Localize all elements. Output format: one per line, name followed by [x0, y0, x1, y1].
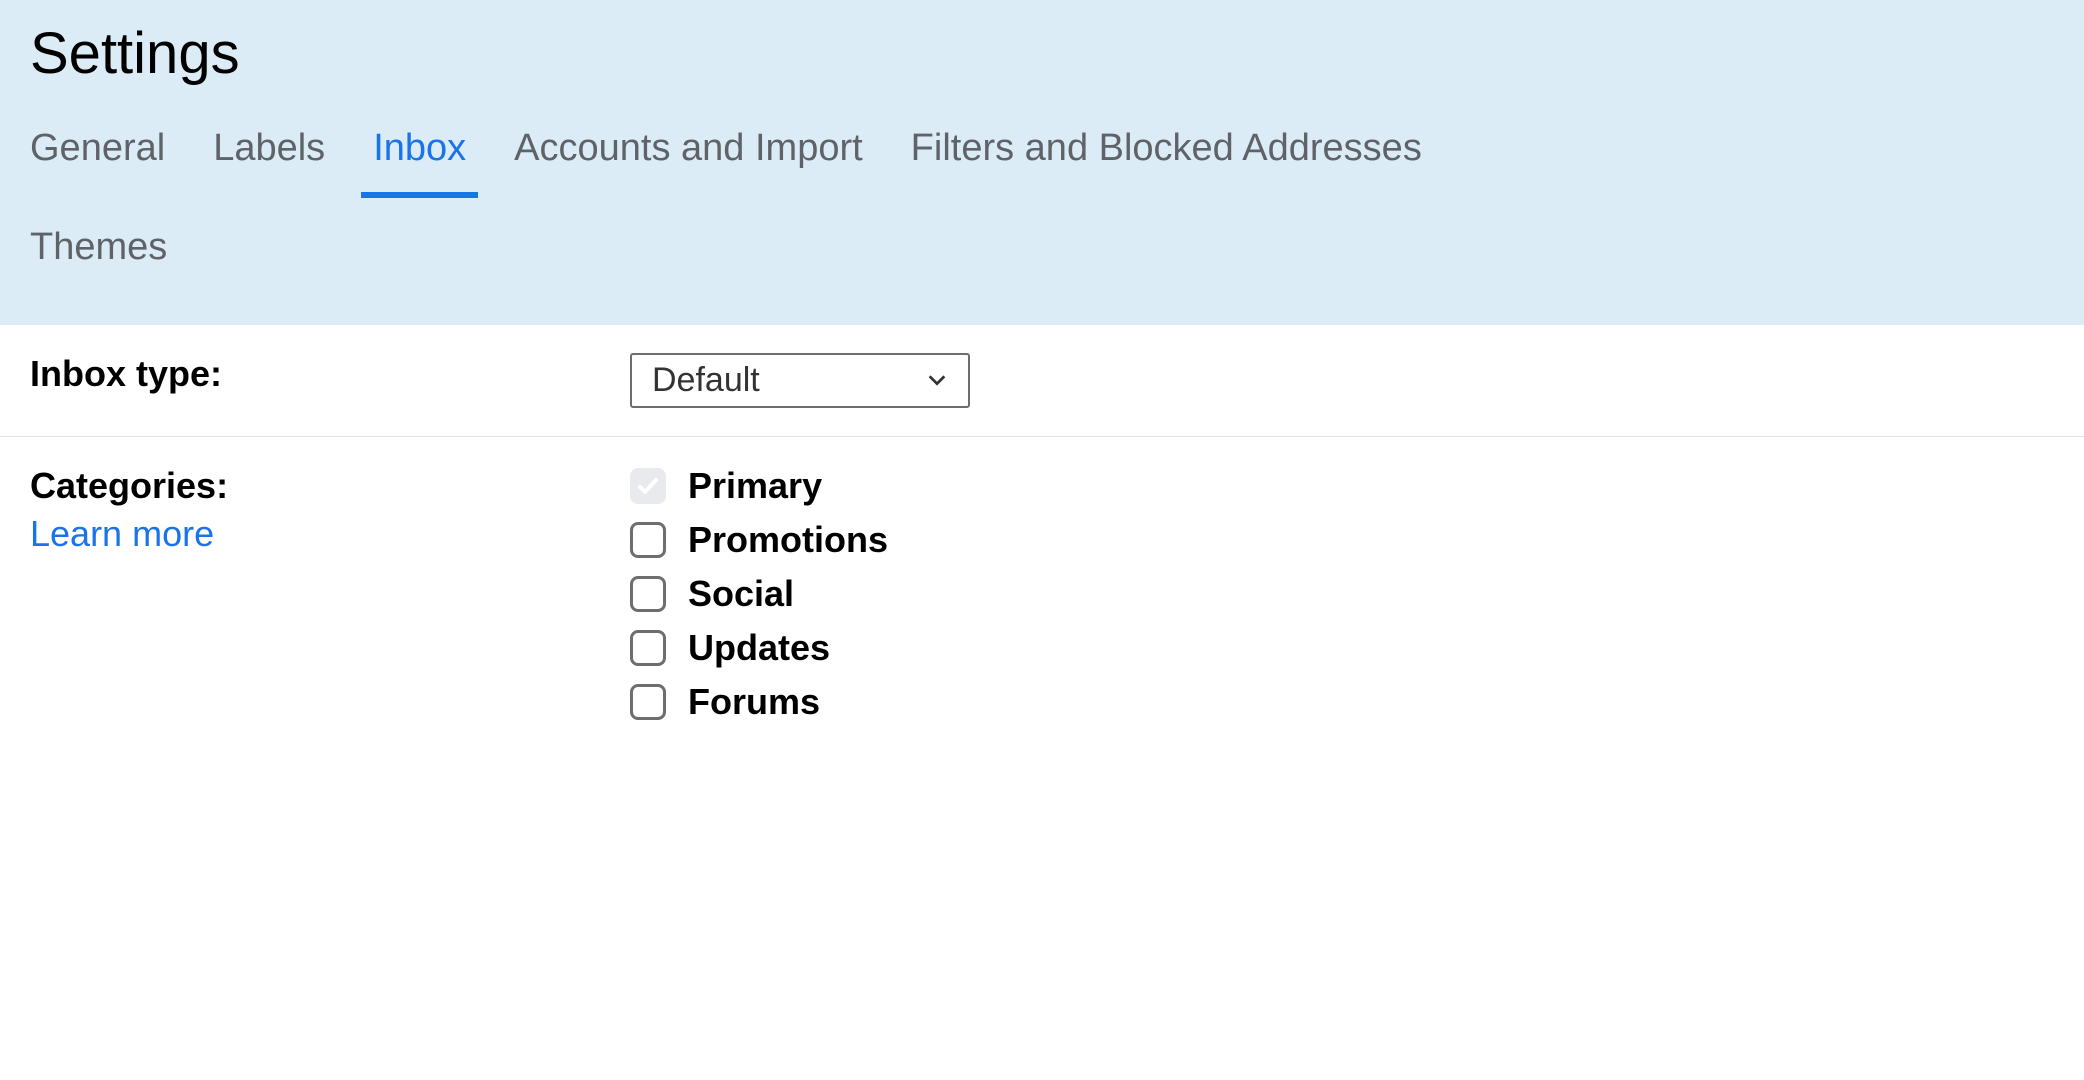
tabs-row-1: General Labels Inbox Accounts and Import… — [30, 127, 2054, 198]
page-title: Settings — [30, 20, 2054, 127]
tabs-row-2: Themes — [30, 198, 2054, 325]
header-area: Settings General Labels Inbox Accounts a… — [0, 0, 2084, 325]
inbox-type-label: Inbox type: — [30, 353, 630, 395]
tab-general[interactable]: General — [30, 127, 165, 198]
categories-label-block: Categories: Learn more — [30, 465, 630, 555]
category-label-updates: Updates — [688, 627, 830, 669]
learn-more-link[interactable]: Learn more — [30, 513, 630, 555]
categories-label: Categories: — [30, 465, 228, 506]
checkbox-updates[interactable] — [630, 630, 666, 666]
category-item-social: Social — [630, 573, 2054, 615]
checkbox-primary — [630, 468, 666, 504]
inbox-type-select[interactable]: Default — [630, 353, 970, 408]
checkbox-social[interactable] — [630, 576, 666, 612]
category-item-primary: Primary — [630, 465, 2054, 507]
content: Inbox type: Default Categories: Learn mo… — [0, 325, 2084, 751]
tab-filters-blocked[interactable]: Filters and Blocked Addresses — [911, 127, 1422, 198]
checkbox-promotions[interactable] — [630, 522, 666, 558]
category-item-promotions: Promotions — [630, 519, 2054, 561]
category-label-promotions: Promotions — [688, 519, 888, 561]
category-label-forums: Forums — [688, 681, 820, 723]
category-label-social: Social — [688, 573, 794, 615]
tab-themes[interactable]: Themes — [30, 226, 167, 297]
category-item-forums: Forums — [630, 681, 2054, 723]
category-item-updates: Updates — [630, 627, 2054, 669]
category-label-primary: Primary — [688, 465, 822, 507]
tab-inbox[interactable]: Inbox — [373, 127, 466, 198]
category-list: Primary Promotions Social Updates — [630, 465, 2054, 723]
inbox-type-selected: Default — [652, 361, 760, 400]
checkbox-forums[interactable] — [630, 684, 666, 720]
chevron-down-icon — [926, 361, 948, 400]
tab-accounts-import[interactable]: Accounts and Import — [514, 127, 863, 198]
section-categories: Categories: Learn more Primary — [0, 437, 2084, 751]
section-inbox-type: Inbox type: Default — [0, 325, 2084, 437]
tab-labels[interactable]: Labels — [213, 127, 325, 198]
